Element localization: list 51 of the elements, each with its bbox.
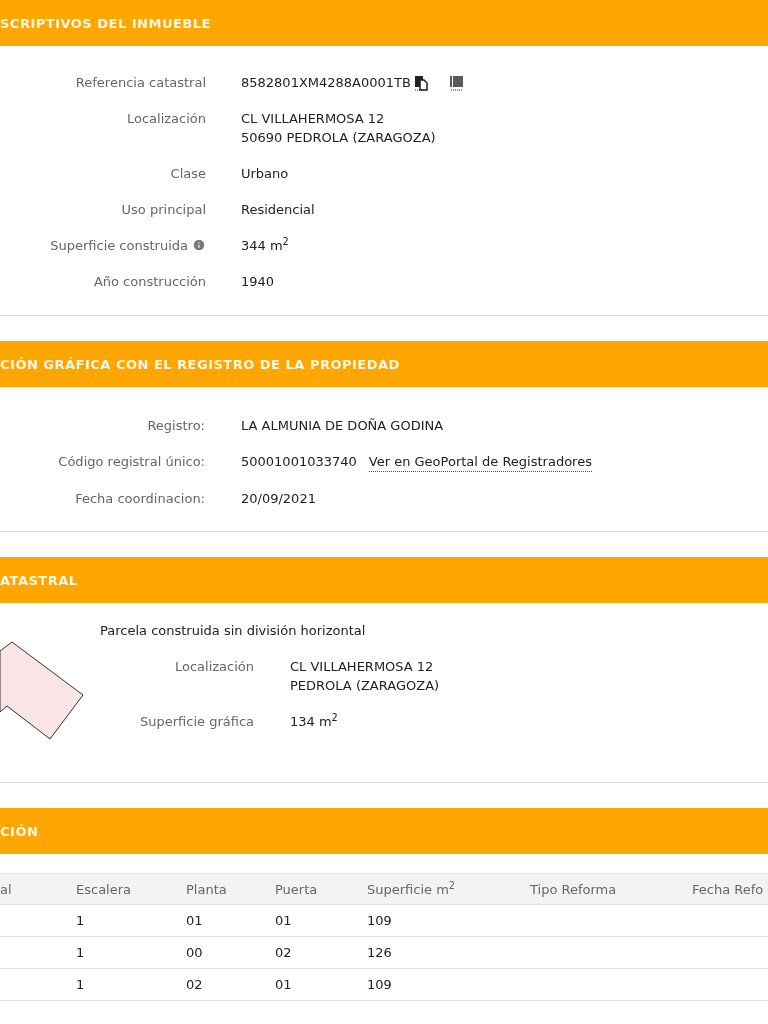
column-header: Escalera — [76, 881, 132, 897]
field-value: CL VILLAHERMOSA 12 — [290, 658, 435, 676]
field-value: Residencial — [241, 201, 315, 219]
field-value: Urbano — [241, 165, 289, 183]
column-header: Planta — [186, 881, 227, 897]
column-header: Fecha Refo — [692, 881, 764, 897]
field-label: Localización — [174, 658, 254, 676]
table-cell: 02 — [275, 945, 292, 960]
field-value: LA ALMUNIA DE DOÑA GODINA — [241, 417, 444, 435]
field-value: 20/09/2021 — [241, 490, 316, 508]
geoportal-link[interactable]: Ver en GeoPortal de Registradores — [368, 452, 592, 472]
table-cell: 109 — [367, 913, 392, 928]
field-value: 50690 PEDROLA (ZARAGOZA) — [241, 129, 436, 147]
section-title: ATASTRAL — [0, 571, 78, 590]
table-cell: 126 — [367, 945, 392, 960]
field-value: CL VILLAHERMOSA 12 — [241, 110, 385, 128]
field-label: Fecha coordinacion: — [75, 490, 205, 508]
column-header: Superficie m$^{2}$ — [367, 881, 456, 897]
field-label: Código registral único: — [58, 453, 205, 471]
field-value: 1940 — [241, 273, 275, 291]
table-cell: 01 — [186, 913, 203, 928]
table-cell: 1 — [76, 977, 85, 992]
table-cell: 02 — [186, 977, 203, 992]
parcel-description: Parcela construida sin división horizontal — [100, 622, 367, 640]
field-label: Superficie construida — [50, 237, 188, 255]
field-label: Registro: — [147, 417, 205, 435]
column-header: Puerta — [275, 881, 318, 897]
field-label: Localización — [126, 110, 206, 128]
section-title: CIÓN — [0, 822, 39, 841]
table-cell: 1 — [76, 913, 85, 928]
field-value: 134 m$^{2}$ — [290, 712, 338, 731]
table-cell: 01 — [275, 913, 292, 928]
table-cell: 00 — [186, 945, 203, 960]
field-label: Año construcción — [93, 273, 206, 291]
field-label: Clase — [170, 165, 206, 183]
table-cell: 01 — [275, 977, 292, 992]
section-title: CIÓN GRÁFICA CON EL REGISTRO DE LA PROPIEDAD — [0, 355, 400, 374]
field-value: 8582801XM4288A0001TB — [241, 74, 411, 92]
field-label: Uso principal — [121, 201, 206, 219]
field-label: Superficie gráfica — [139, 713, 254, 731]
table-cell: 109 — [367, 977, 392, 992]
column-header: al — [0, 881, 12, 897]
copy-icon[interactable] — [412, 74, 429, 91]
field-value: PEDROLA (ZARAGOZA) — [290, 677, 440, 695]
info-icon[interactable] — [192, 238, 206, 252]
field-value: 344 m$^{2}$ — [241, 236, 289, 255]
column-header: Tipo Reforma — [530, 881, 617, 897]
field-value: 50001001033740 — [241, 453, 357, 471]
section-title: SCRIPTIVOS DEL INMUEBLE — [0, 14, 211, 33]
field-label: Referencia catastral — [75, 74, 206, 92]
table-cell: 1 — [76, 945, 85, 960]
